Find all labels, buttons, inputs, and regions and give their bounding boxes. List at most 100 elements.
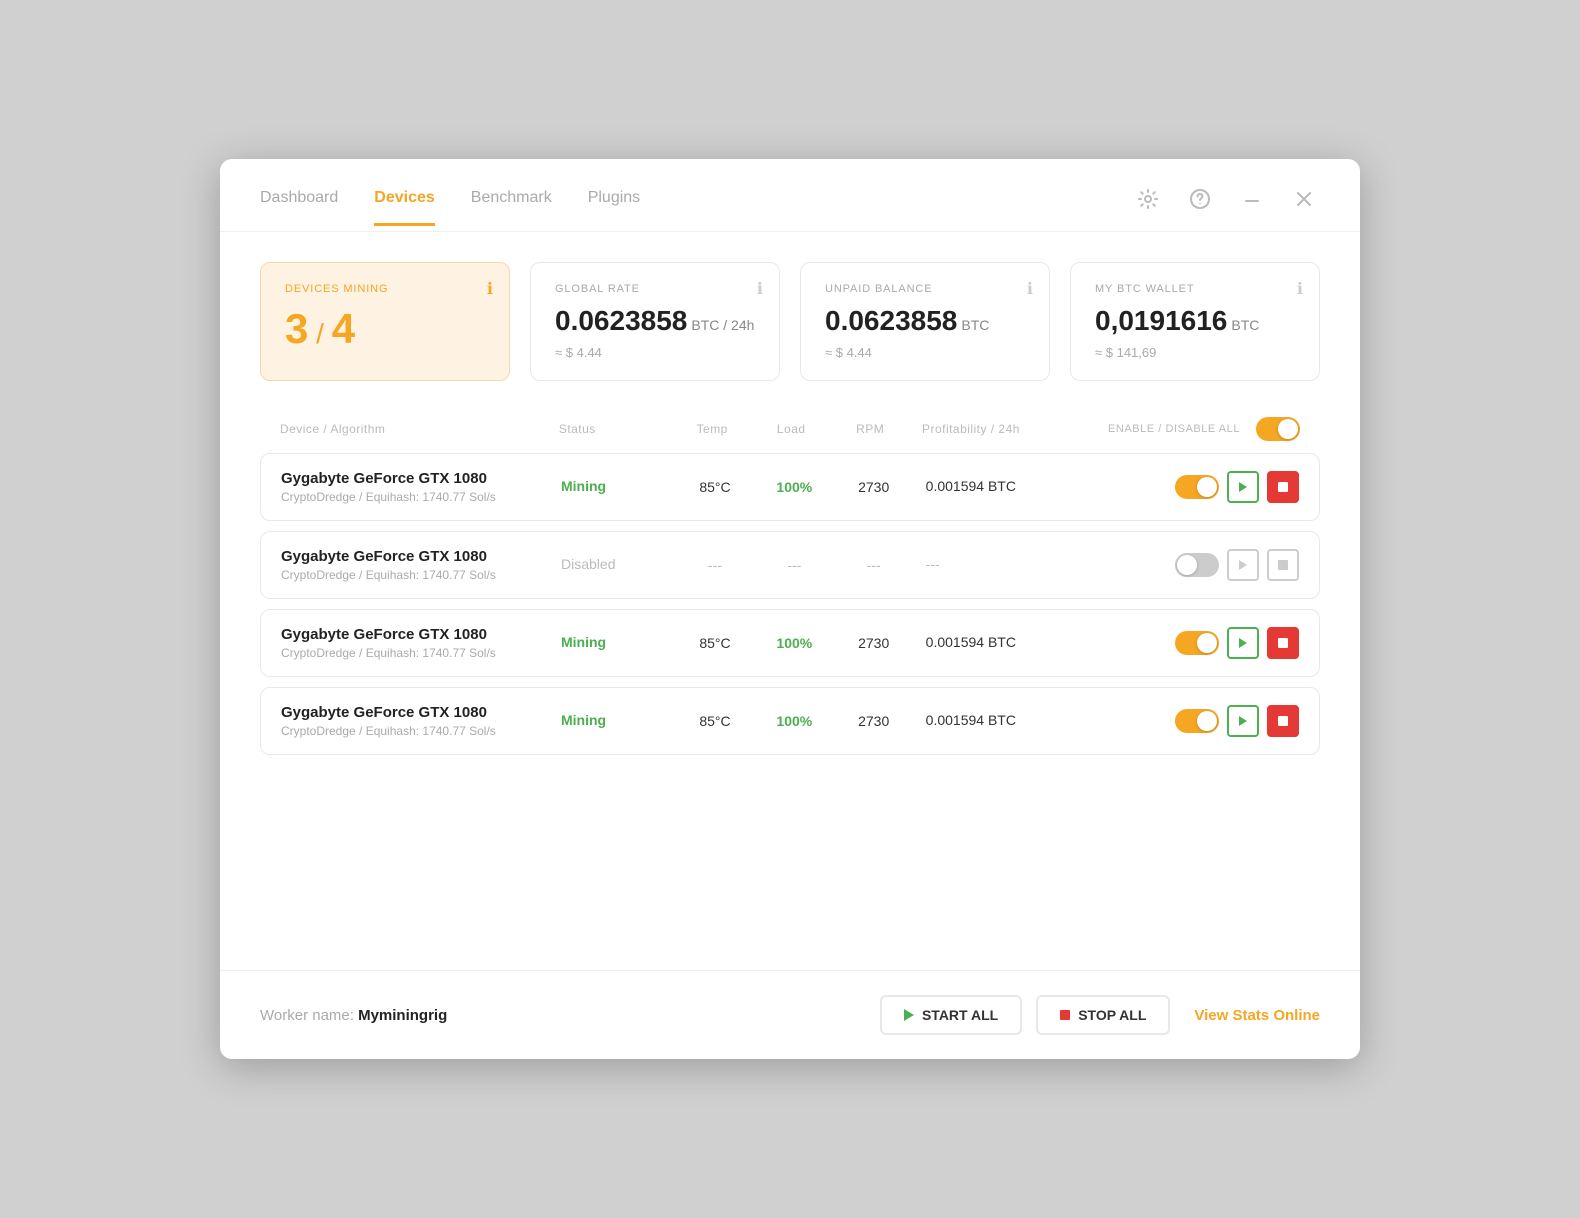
stop-icon [1278,638,1288,648]
device-toggle[interactable] [1175,553,1219,577]
device-temp: 85°C [673,713,757,729]
device-toggle[interactable] [1175,475,1219,499]
device-actions [1112,471,1299,503]
main-content: ℹ DEVICES MINING 3 / 4 ℹ GLOBAL RATE 0.0… [220,232,1360,970]
device-algo: CryptoDredge / Equihash: 1740.77 Sol/s [281,724,561,738]
start-all-play-icon [904,1009,914,1021]
device-play-button[interactable] [1227,549,1259,581]
status-value: Mining [561,478,606,494]
close-icon [1294,189,1314,209]
device-algo: CryptoDredge / Equihash: 1740.77 Sol/s [281,490,561,504]
stop-all-stop-icon [1060,1010,1070,1020]
device-info: Gygabyte GeForce GTX 1080 CryptoDredge /… [281,704,561,738]
global-rate-label: GLOBAL RATE [555,283,755,295]
device-rpm: 2730 [832,479,916,495]
device-load: 100% [757,479,832,495]
device-profit: 0.001594 BTC [916,478,1113,496]
question-icon [1190,189,1210,209]
device-stop-button[interactable] [1267,705,1299,737]
play-icon [1239,560,1247,570]
nav-icons [1132,183,1320,231]
col-header-status: Status [559,422,671,436]
stop-icon [1278,482,1288,492]
device-stop-button[interactable] [1267,471,1299,503]
stats-row: ℹ DEVICES MINING 3 / 4 ℹ GLOBAL RATE 0.0… [260,262,1320,381]
device-rpm: 2730 [832,713,916,729]
unpaid-balance-card: ℹ UNPAID BALANCE 0.0623858BTC ≈ $ 4.44 [800,262,1050,381]
global-rate-card: ℹ GLOBAL RATE 0.0623858BTC / 24h ≈ $ 4.4… [530,262,780,381]
status-value: Disabled [561,556,615,572]
device-profit: --- [916,556,1113,574]
worker-name: Myminingrig [358,1007,447,1024]
table-row: Gygabyte GeForce GTX 1080 CryptoDredge /… [260,687,1320,755]
device-algo: CryptoDredge / Equihash: 1740.77 Sol/s [281,568,561,582]
device-stop-button[interactable] [1267,549,1299,581]
devices-count: 3 / 4 [285,305,485,353]
device-temp: 85°C [673,479,757,495]
settings-button[interactable] [1132,183,1164,215]
help-button[interactable] [1184,183,1216,215]
col-header-profit: Profitability / 24h [912,422,1108,436]
global-rate-value: 0.0623858BTC / 24h [555,305,755,337]
btc-wallet-value: 0,0191616BTC [1095,305,1295,337]
stop-all-button[interactable]: STOP ALL [1036,995,1170,1035]
play-icon [1239,482,1247,492]
tab-plugins[interactable]: Plugins [588,189,640,226]
device-temp: 85°C [673,635,757,651]
global-rate-info-icon: ℹ [757,279,763,299]
device-info: Gygabyte GeForce GTX 1080 CryptoDredge /… [281,626,561,660]
devices-total: 4 [332,305,355,352]
btc-wallet-subvalue: ≈ $ 141,69 [1095,345,1295,360]
stop-icon [1278,716,1288,726]
tab-benchmark[interactable]: Benchmark [471,189,552,226]
col-header-device: Device / Algorithm [280,422,559,436]
device-play-button[interactable] [1227,705,1259,737]
device-actions [1112,705,1299,737]
table-row: Gygabyte GeForce GTX 1080 CryptoDredge /… [260,609,1320,677]
device-name: Gygabyte GeForce GTX 1080 [281,704,561,721]
device-toggle[interactable] [1175,709,1219,733]
table-row: Gygabyte GeForce GTX 1080 CryptoDredge /… [260,531,1320,599]
nav-tabs: Dashboard Devices Benchmark Plugins [260,189,1132,226]
close-button[interactable] [1288,183,1320,215]
nav-bar: Dashboard Devices Benchmark Plugins [220,159,1360,232]
device-rpm: 2730 [832,635,916,651]
device-name: Gygabyte GeForce GTX 1080 [281,626,561,643]
devices-mining-card: ℹ DEVICES MINING 3 / 4 [260,262,510,381]
tab-dashboard[interactable]: Dashboard [260,189,338,226]
tab-devices[interactable]: Devices [374,189,435,226]
btc-wallet-card: ℹ MY BTC WALLET 0,0191616BTC ≈ $ 141,69 [1070,262,1320,381]
device-actions [1112,549,1299,581]
view-stats-button[interactable]: View Stats Online [1194,1007,1320,1024]
footer-actions: START ALL STOP ALL View Stats Online [880,995,1320,1035]
devices-slash: / [308,318,331,349]
start-all-button[interactable]: START ALL [880,995,1022,1035]
col-header-rpm: RPM [828,422,912,436]
device-stop-button[interactable] [1267,627,1299,659]
minimize-button[interactable] [1236,183,1268,215]
table-row: Gygabyte GeForce GTX 1080 CryptoDredge /… [260,453,1320,521]
device-load: --- [757,557,832,573]
play-icon [1239,638,1247,648]
devices-info-icon: ℹ [487,279,493,299]
unpaid-balance-label: UNPAID BALANCE [825,283,1025,295]
unpaid-balance-info-icon: ℹ [1027,279,1033,299]
gear-icon [1138,189,1158,209]
minimize-icon [1242,189,1262,209]
device-status: Mining [561,634,673,652]
status-value: Mining [561,634,606,650]
col-header-actions: ENABLE / DISABLE ALL [1108,417,1300,441]
enable-disable-all-toggle[interactable] [1256,417,1300,441]
device-toggle[interactable] [1175,631,1219,655]
device-play-button[interactable] [1227,471,1259,503]
device-rpm: --- [832,557,916,573]
stop-icon [1278,560,1288,570]
device-status: Disabled [561,556,673,574]
device-load: 100% [757,635,832,651]
table-header: Device / Algorithm Status Temp Load RPM … [260,417,1320,453]
device-play-button[interactable] [1227,627,1259,659]
devices-label: DEVICES MINING [285,283,485,295]
device-name: Gygabyte GeForce GTX 1080 [281,548,561,565]
device-info: Gygabyte GeForce GTX 1080 CryptoDredge /… [281,470,561,504]
btc-wallet-info-icon: ℹ [1297,279,1303,299]
